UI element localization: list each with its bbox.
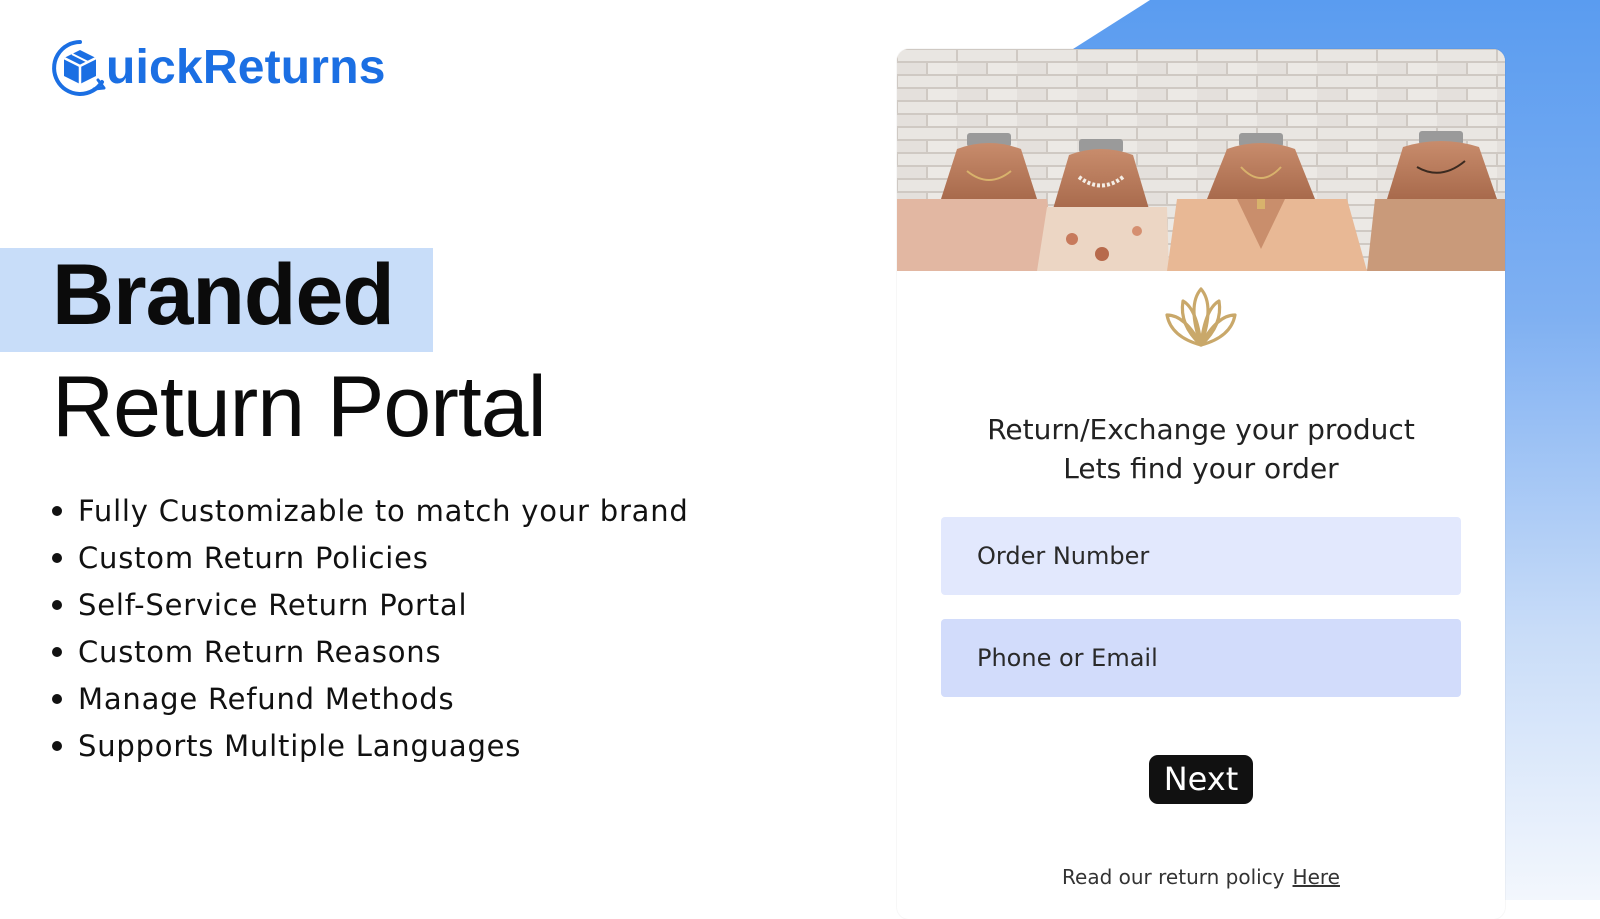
bullet-icon [52, 505, 62, 516]
bullet-icon [52, 693, 62, 704]
mannequin-display-image [897, 49, 1505, 271]
feature-text: Custom Return Policies [78, 540, 429, 575]
box-return-icon [52, 40, 106, 96]
feature-item: Custom Return Policies [52, 534, 689, 581]
return-policy-text: Read our return policy [1062, 865, 1285, 889]
return-policy-link[interactable]: Here [1293, 865, 1340, 889]
feature-item: Custom Return Reasons [52, 628, 689, 675]
order-number-field[interactable] [941, 517, 1461, 595]
feature-list: Fully Customizable to match your brand C… [52, 487, 689, 769]
portal-subtitle: Lets find your order [1063, 452, 1339, 485]
bullet-icon [52, 646, 62, 657]
logo[interactable]: uickReturns [48, 36, 386, 100]
portal-heading: Return/Exchange your product Lets find y… [897, 410, 1505, 488]
feature-item: Manage Refund Methods [52, 675, 689, 722]
lotus-icon [1165, 287, 1237, 347]
bullet-icon [52, 599, 62, 610]
feature-text: Self-Service Return Portal [78, 587, 468, 622]
phone-email-field[interactable] [941, 619, 1461, 697]
portal-title: Return/Exchange your product [987, 413, 1415, 446]
feature-item: Supports Multiple Languages [52, 722, 689, 769]
logo-text: uickReturns [106, 41, 386, 94]
feature-text: Manage Refund Methods [78, 681, 455, 716]
feature-text: Fully Customizable to match your brand [78, 493, 689, 528]
return-portal-card: Return/Exchange your product Lets find y… [897, 49, 1505, 919]
store-hero-image [897, 49, 1505, 271]
headline-branded: Branded [52, 247, 395, 343]
headline-return-portal: Return Portal [52, 359, 547, 455]
bullet-icon [52, 740, 62, 751]
next-button[interactable]: Next [1149, 755, 1253, 804]
order-number-input[interactable] [975, 541, 1461, 571]
phone-email-input[interactable] [975, 643, 1461, 673]
feature-text: Custom Return Reasons [78, 634, 442, 669]
feature-item: Fully Customizable to match your brand [52, 487, 689, 534]
feature-item: Self-Service Return Portal [52, 581, 689, 628]
return-policy-note: Read our return policy Here [897, 865, 1505, 889]
feature-text: Supports Multiple Languages [78, 728, 522, 763]
bullet-icon [52, 552, 62, 563]
